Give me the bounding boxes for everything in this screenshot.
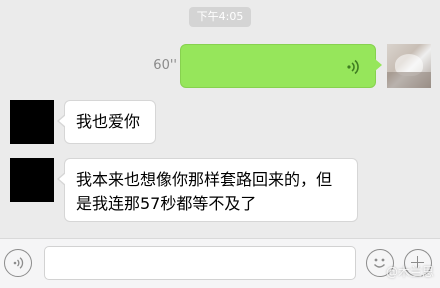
message-text-line: 我本来也想像你那样套路回来的，但	[76, 170, 333, 189]
chat-area: 下午4:05 60'' 我也爱你 我本来也想像你那样套路回来的，但 是我连那57…	[0, 0, 440, 238]
timestamp: 下午4:05	[189, 7, 251, 27]
text-message-bubble[interactable]: 我也爱你	[57, 100, 156, 144]
text-message-bubble[interactable]: 我本来也想像你那样套路回来的，但 是我连那57秒都等不及了	[57, 158, 358, 222]
voice-toggle-glyph	[13, 257, 24, 269]
voice-message-bubble[interactable]	[180, 44, 382, 88]
message-text-line: 是我连那57秒都等不及了	[76, 194, 257, 213]
voice-wave-icon	[347, 59, 359, 75]
voice-toggle-icon[interactable]	[4, 249, 32, 277]
input-bar	[0, 238, 440, 288]
message-input[interactable]	[44, 246, 356, 280]
message-text: 我也爱你	[76, 112, 141, 131]
contact-avatar[interactable]	[10, 100, 54, 144]
voice-duration: 60''	[153, 58, 177, 73]
watermark: @木兰思	[385, 265, 434, 279]
contact-avatar[interactable]	[10, 158, 54, 202]
my-avatar[interactable]	[387, 44, 431, 88]
